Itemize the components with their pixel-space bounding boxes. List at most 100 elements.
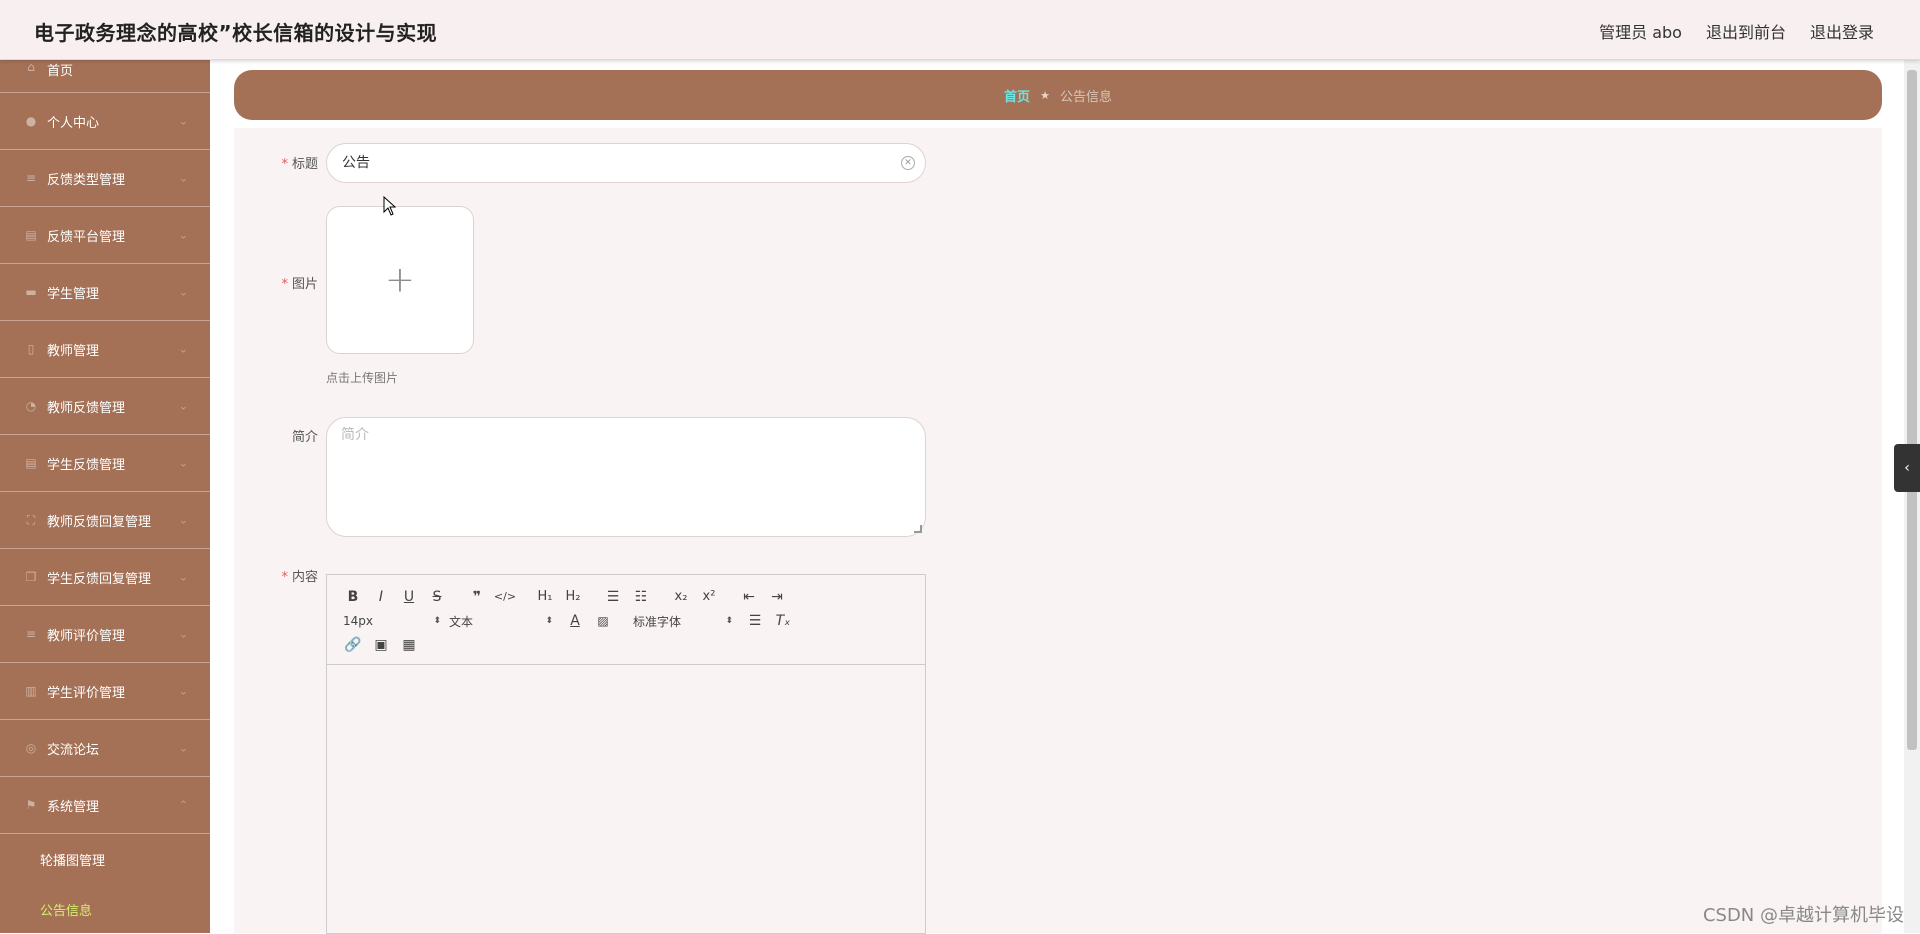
sidebar-item-label: 反馈平台管理 xyxy=(47,226,125,245)
title-input[interactable]: 公告 ✕ xyxy=(326,143,926,183)
chevron-down-icon: ⌄ xyxy=(179,628,188,641)
bold-icon[interactable]: B xyxy=(339,586,367,608)
outdent-icon[interactable]: ⇤ xyxy=(735,586,763,608)
chevron-left-icon[interactable]: ‹ xyxy=(1894,444,1920,492)
summary-label: 简介 xyxy=(234,426,318,445)
chevron-down-icon: ⌄ xyxy=(179,685,188,698)
sidebar-item-system[interactable]: ⚑ 系统管理 ⌃ xyxy=(0,777,210,834)
sidebar-item-label: 学生反馈回复管理 xyxy=(47,568,151,587)
chevron-down-icon: ⌄ xyxy=(179,229,188,242)
editor-content-area[interactable] xyxy=(327,665,925,934)
sidebar-item-forum[interactable]: ◎ 交流论坛 ⌄ xyxy=(0,720,210,777)
chevron-down-icon: ⌄ xyxy=(179,514,188,527)
superscript-icon[interactable]: x² xyxy=(695,586,723,608)
breadcrumb-current: 公告信息 xyxy=(1060,86,1112,105)
sidebar-item-label: 教师管理 xyxy=(47,340,99,359)
sidebar-item-label: 学生反馈管理 xyxy=(47,454,125,473)
heading1-icon[interactable]: H₁ xyxy=(531,586,559,608)
summary-textarea[interactable]: 简介 xyxy=(326,417,926,537)
resize-grip-icon[interactable] xyxy=(914,525,922,533)
copy-icon: ❐ xyxy=(24,570,38,584)
sidebar-item-student-evaluation[interactable]: ▥ 学生评价管理 ⌄ xyxy=(0,663,210,720)
link-icon[interactable]: 🔗 xyxy=(339,634,367,656)
chevron-down-icon: ⌄ xyxy=(179,115,188,128)
bullet-list-icon[interactable]: ☷ xyxy=(627,586,655,608)
back-to-front-link[interactable]: 退出到前台 xyxy=(1706,19,1786,43)
chevron-down-icon: ⌄ xyxy=(179,286,188,299)
sidebar: ⌂ 首页 ⌄ ● 个人中心 ⌄ ≡ 反馈类型管理 ⌄ ▤ 反馈平台管理 ⌄ ▬ … xyxy=(0,60,210,933)
logout-link[interactable]: 退出登录 xyxy=(1810,19,1874,43)
font-family-value: 标准字体 xyxy=(633,613,681,630)
sidebar-item-label: 教师反馈管理 xyxy=(47,397,125,416)
chevron-down-icon: ⌄ xyxy=(179,343,188,356)
ordered-list-icon[interactable]: ☰ xyxy=(599,586,627,608)
sidebar-item-teacher-reply[interactable]: ⛶ 教师反馈回复管理 ⌄ xyxy=(0,492,210,549)
mic-icon: ▯ xyxy=(24,342,38,356)
top-header: 电子政务理念的高校”校长信箱的设计与实现 管理员 abo 退出到前台 退出登录 xyxy=(0,0,1920,60)
chevron-down-icon: ⌄ xyxy=(179,742,188,755)
text-type-select[interactable]: 文本 ⬍ xyxy=(449,610,561,632)
select-arrow-icon: ⬍ xyxy=(725,616,733,626)
fullscreen-icon: ⛶ xyxy=(24,513,38,527)
scrollbar-thumb[interactable] xyxy=(1907,70,1917,750)
background-color-icon[interactable]: ▨ xyxy=(589,610,617,632)
chevron-down-icon: ⌄ xyxy=(179,172,188,185)
sidebar-item-label: 学生管理 xyxy=(47,283,99,302)
sidebar-item-teacher-feedback[interactable]: ◔ 教师反馈管理 ⌄ xyxy=(0,378,210,435)
heading2-icon[interactable]: H₂ xyxy=(559,586,587,608)
user-label: 管理员 abo xyxy=(1599,19,1682,43)
sidebar-item-feedback-type[interactable]: ≡ 反馈类型管理 ⌄ xyxy=(0,150,210,207)
italic-icon[interactable]: I xyxy=(367,586,395,608)
image-icon[interactable]: ▣ xyxy=(367,634,395,656)
sidebar-item-home[interactable]: ⌂ 首页 ⌄ xyxy=(0,60,210,93)
font-size-select[interactable]: 14px ⬍ xyxy=(339,610,449,632)
blockquote-icon[interactable]: ❞ xyxy=(463,586,491,608)
header-actions: 管理员 abo 退出到前台 退出登录 xyxy=(1599,19,1874,43)
bar-chart-icon: ▥ xyxy=(24,684,38,698)
sidebar-item-teacher-evaluation[interactable]: ≡ 教师评价管理 ⌄ xyxy=(0,606,210,663)
sidebar-item-student-feedback[interactable]: ▤ 学生反馈管理 ⌄ xyxy=(0,435,210,492)
upload-tip: 点击上传图片 xyxy=(326,369,398,386)
clear-format-icon[interactable]: Tₓ xyxy=(769,610,797,632)
video-icon[interactable]: ▦ xyxy=(395,634,423,656)
clear-icon[interactable]: ✕ xyxy=(901,156,915,170)
help-icon: ◎ xyxy=(24,741,38,755)
font-color-icon[interactable]: A xyxy=(561,610,589,632)
subscript-icon[interactable]: x₂ xyxy=(667,586,695,608)
align-icon[interactable]: ☰ xyxy=(741,610,769,632)
sidebar-item-feedback-platform[interactable]: ▤ 反馈平台管理 ⌄ xyxy=(0,207,210,264)
font-size-value: 14px xyxy=(343,614,373,628)
breadcrumb-home[interactable]: 首页 xyxy=(1004,86,1030,105)
sidebar-item-personal-center[interactable]: ● 个人中心 ⌄ xyxy=(0,93,210,150)
user-icon: ● xyxy=(24,114,38,128)
app-title: 电子政务理念的高校”校长信箱的设计与实现 xyxy=(34,17,437,46)
gauge-icon: ◔ xyxy=(24,399,38,413)
summary-placeholder: 简介 xyxy=(341,427,369,443)
announcement-form: *标题 公告 ✕ *图片 + 点击上传图片 简介 简介 *内容 B I U S xyxy=(234,128,1882,933)
sidebar-subitem-announcement[interactable]: 公告信息 xyxy=(0,884,210,933)
font-family-select[interactable]: 标准字体 ⬍ xyxy=(629,610,741,632)
sidebar-subitem-carousel[interactable]: 轮播图管理 xyxy=(0,834,210,884)
indent-icon[interactable]: ⇥ xyxy=(763,586,791,608)
code-icon[interactable]: </> xyxy=(491,586,519,608)
sidebar-item-label: 学生评价管理 xyxy=(47,682,125,701)
clipboard-icon: ▤ xyxy=(24,228,38,242)
chevron-up-icon: ⌃ xyxy=(179,799,188,812)
home-icon: ⌂ xyxy=(24,60,38,74)
mouse-cursor-icon xyxy=(383,196,397,216)
underline-icon[interactable]: U xyxy=(395,586,423,608)
chat-icon: ▬ xyxy=(24,285,38,299)
text-type-value: 文本 xyxy=(449,613,473,630)
plus-icon: + xyxy=(385,260,415,301)
strikethrough-icon[interactable]: S xyxy=(423,586,451,608)
content-label: *内容 xyxy=(234,566,318,585)
sidebar-item-teacher[interactable]: ▯ 教师管理 ⌄ xyxy=(0,321,210,378)
main-content: 首页 ★ 公告信息 *标题 公告 ✕ *图片 + 点击上传图片 简介 简介 *内… xyxy=(210,60,1920,933)
sidebar-item-student-reply[interactable]: ❐ 学生反馈回复管理 ⌄ xyxy=(0,549,210,606)
sidebar-item-student[interactable]: ▬ 学生管理 ⌄ xyxy=(0,264,210,321)
page-scrollbar[interactable] xyxy=(1904,60,1920,933)
sidebar-item-label: 首页 xyxy=(47,60,73,79)
breadcrumb: 首页 ★ 公告信息 xyxy=(234,70,1882,120)
image-label: *图片 xyxy=(234,273,318,292)
image-upload-button[interactable]: + xyxy=(326,206,474,354)
